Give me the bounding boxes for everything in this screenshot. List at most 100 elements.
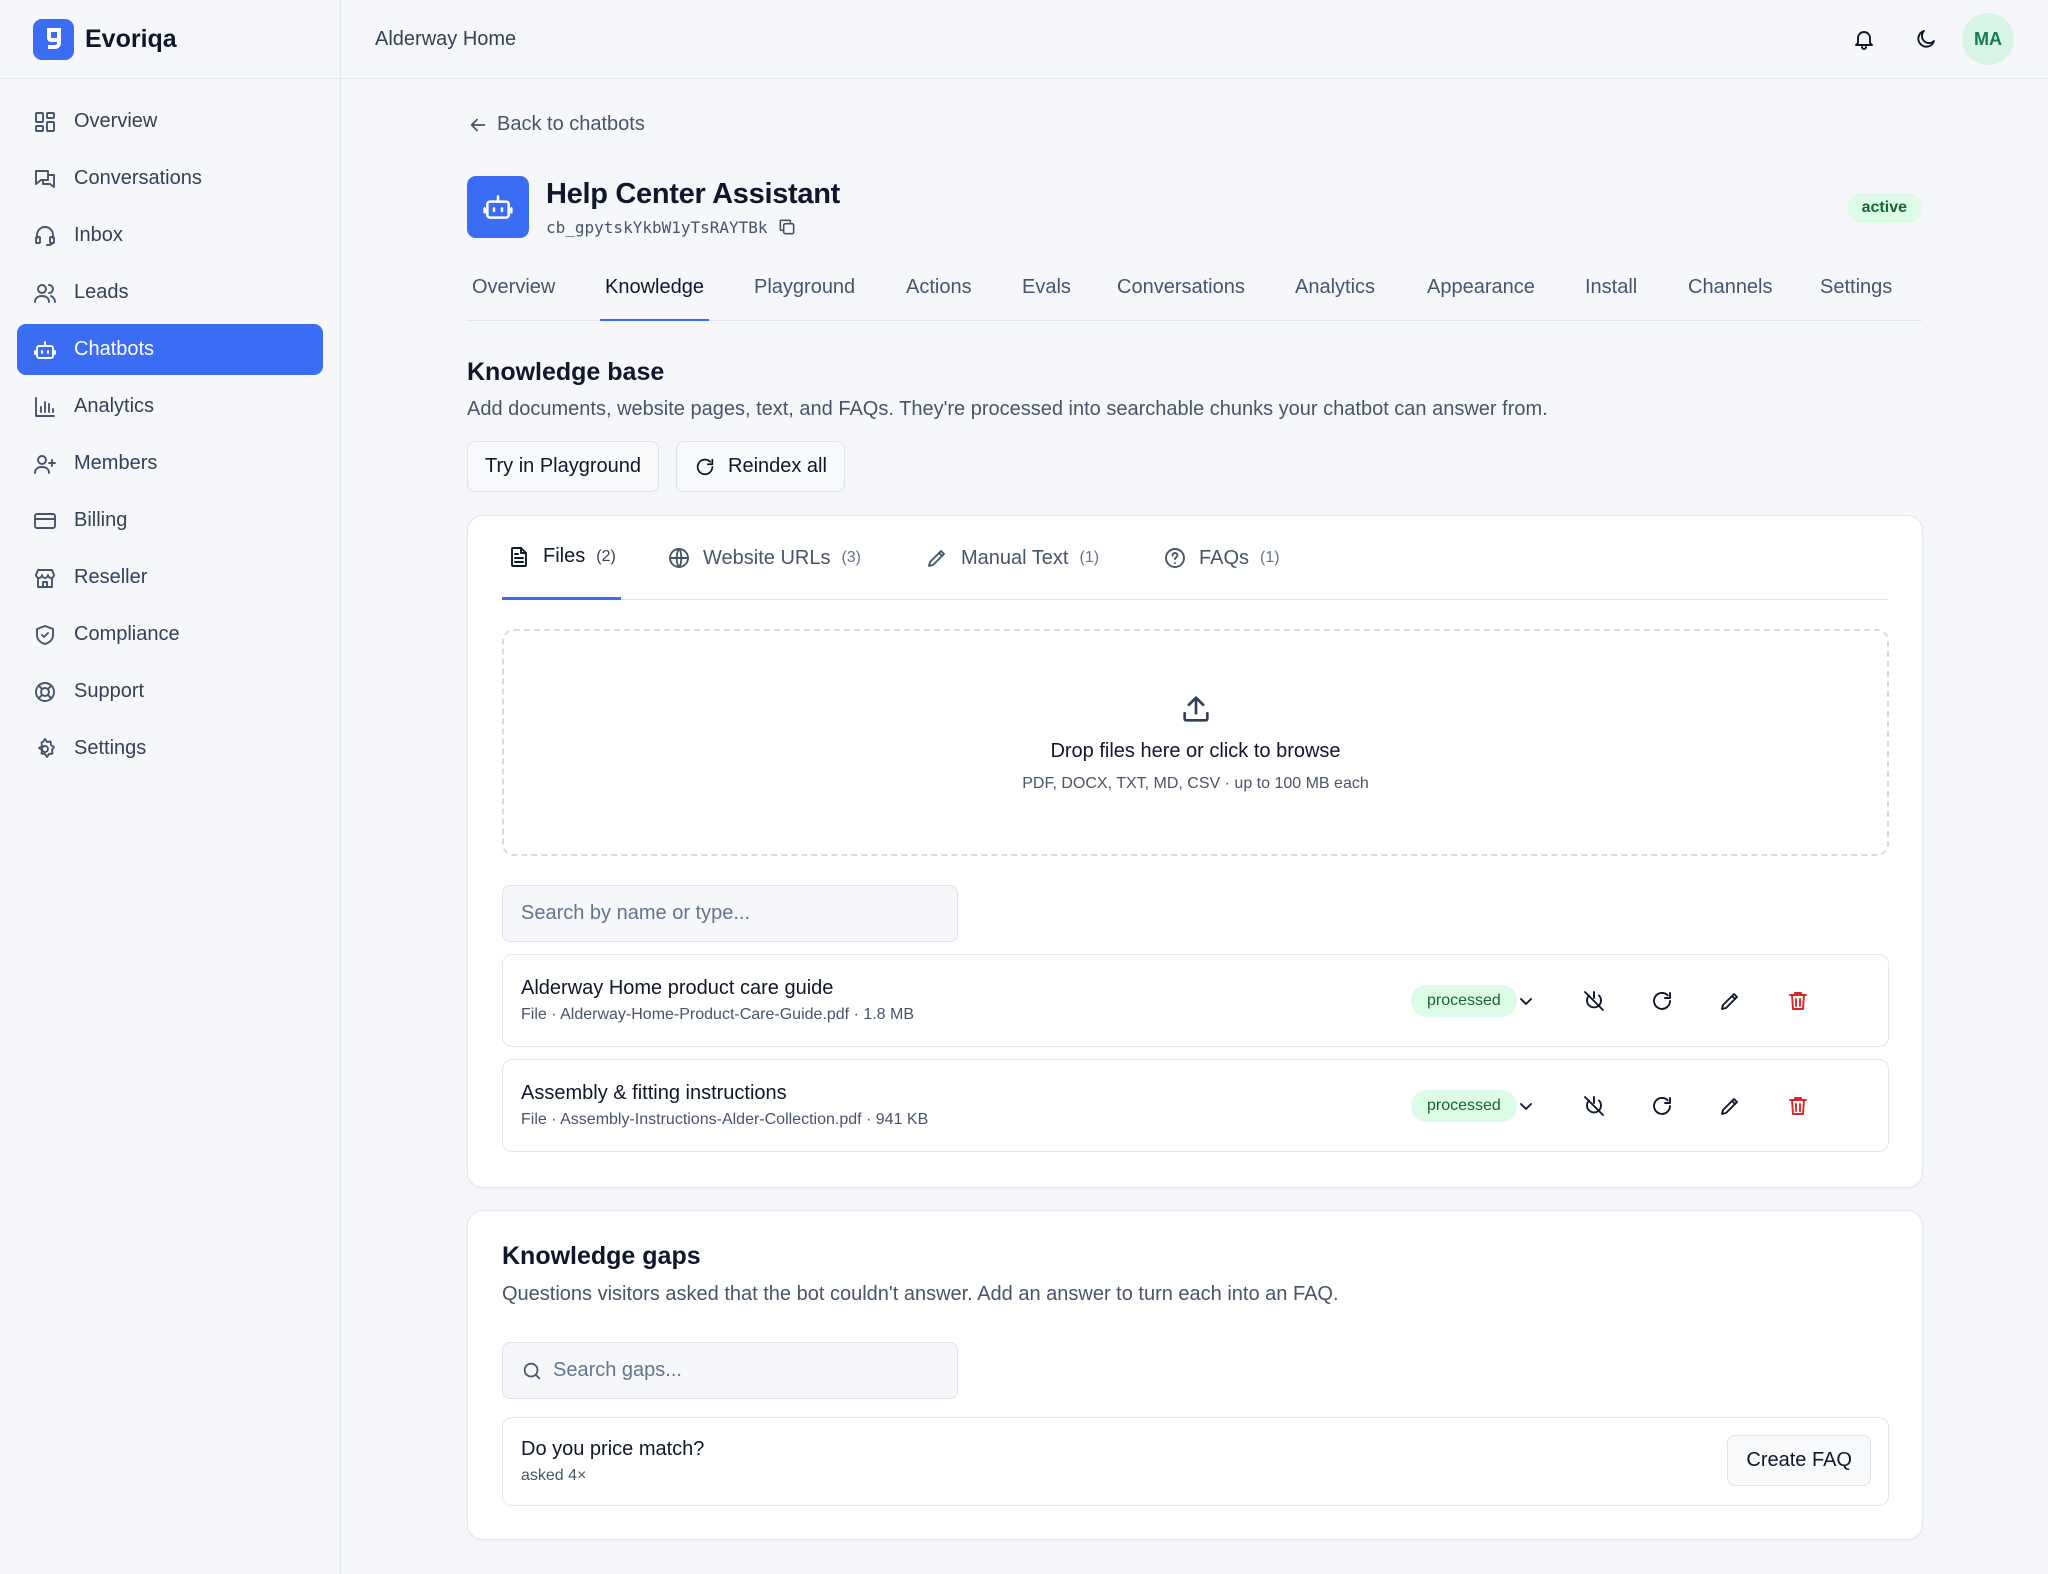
tab-settings[interactable]: Settings: [1815, 268, 1897, 321]
search-icon: [521, 1360, 543, 1382]
tab-install[interactable]: Install: [1580, 268, 1642, 321]
knowledge-gaps-description: Questions visitors asked that the bot co…: [502, 1283, 1339, 1305]
help-circle-icon: [1163, 546, 1187, 570]
back-to-chatbots-link[interactable]: Back to chatbots: [467, 113, 645, 136]
life-buoy-icon: [33, 680, 57, 704]
sidebar-item-billing[interactable]: Billing: [17, 495, 323, 546]
tab-evals[interactable]: Evals: [1017, 268, 1076, 321]
tab-analytics[interactable]: Analytics: [1290, 268, 1380, 321]
sidebar-item-inbox[interactable]: Inbox: [17, 210, 323, 261]
knowledge-base-description: Add documents, website pages, text, and …: [467, 398, 1548, 420]
file-row: Alderway Home product care guide File · …: [502, 954, 1889, 1047]
sidebar-item-label: Reseller: [74, 566, 148, 588]
theme-toggle-button[interactable]: [1900, 13, 1952, 65]
disable-button[interactable]: [1571, 978, 1617, 1024]
sidebar-item-support[interactable]: Support: [17, 666, 323, 717]
notifications-button[interactable]: [1838, 13, 1890, 65]
sidebar-item-reseller[interactable]: Reseller: [17, 552, 323, 603]
power-off-icon: [1582, 1094, 1606, 1118]
robot-icon: [33, 338, 57, 362]
tab-knowledge[interactable]: Knowledge: [600, 268, 709, 321]
dashboard-icon: [33, 110, 57, 134]
sidebar-item-settings[interactable]: Settings: [17, 723, 323, 774]
sidebar-item-conversations[interactable]: Conversations: [17, 153, 323, 204]
chat-bubbles-icon: [33, 167, 57, 191]
arrow-left-icon: [467, 114, 489, 136]
edit-button[interactable]: [1707, 1083, 1753, 1129]
refresh-icon: [694, 456, 716, 478]
brand-name: Evoriqa: [85, 24, 177, 53]
dropzone-hint: PDF, DOCX, TXT, MD, CSV · up to 100 MB e…: [1022, 775, 1369, 792]
processed-status-badge: processed: [1411, 1090, 1517, 1122]
sidebar-item-analytics[interactable]: Analytics: [17, 381, 323, 432]
pencil-icon: [1718, 1094, 1742, 1118]
disable-button[interactable]: [1571, 1083, 1617, 1129]
sidebar-item-label: Members: [74, 452, 158, 474]
sidebar-item-label: Overview: [74, 110, 158, 132]
sidebar-item-chatbots[interactable]: Chatbots: [17, 324, 323, 375]
topbar-actions: MA: [1828, 13, 2014, 65]
bot-id: cb_gpytskYkbW1yTsRAYTBk: [546, 217, 768, 237]
refresh-icon: [1650, 989, 1674, 1013]
power-off-icon: [1582, 989, 1606, 1013]
tab-appearance[interactable]: Appearance: [1422, 268, 1540, 321]
topbar: Alderway Home MA: [341, 0, 2048, 79]
chevron-down-icon: [1514, 989, 1538, 1013]
headset-icon: [33, 224, 57, 248]
sidebar-item-overview[interactable]: Overview: [17, 96, 323, 147]
tab-conversations[interactable]: Conversations: [1112, 268, 1250, 321]
tab-faqs-count: (1): [1260, 549, 1280, 566]
brand-g-icon: [33, 18, 74, 60]
trash-icon: [1786, 989, 1810, 1013]
page-title: Help Center Assistant: [546, 178, 840, 210]
tab-manual-text[interactable]: Manual Text (1): [920, 516, 1104, 600]
tab-website-urls[interactable]: Website URLs (3): [662, 516, 866, 600]
users-icon: [33, 281, 57, 305]
gear-icon: [33, 737, 57, 761]
create-faq-button[interactable]: Create FAQ: [1727, 1435, 1871, 1486]
tab-playground[interactable]: Playground: [749, 268, 860, 321]
tab-overview[interactable]: Overview: [467, 268, 560, 321]
sidebar-item-leads[interactable]: Leads: [17, 267, 323, 318]
edit-button[interactable]: [1707, 978, 1753, 1024]
bot-id-row: cb_gpytskYkbW1yTsRAYTBk: [546, 217, 797, 237]
refresh-icon: [1650, 1094, 1674, 1118]
credit-card-icon: [33, 509, 57, 533]
knowledge-sources-card: Files (2) Website URLs (3) Manual Text (…: [467, 515, 1923, 1188]
expand-button[interactable]: [1503, 1083, 1549, 1129]
file-meta: File · Assembly-Instructions-Alder-Colle…: [521, 1111, 929, 1128]
tab-files[interactable]: Files (2): [502, 516, 621, 600]
sidebar-item-members[interactable]: Members: [17, 438, 323, 489]
workspace-name[interactable]: Alderway Home: [375, 28, 516, 51]
expand-button[interactable]: [1503, 978, 1549, 1024]
sidebar-item-compliance[interactable]: Compliance: [17, 609, 323, 660]
tab-faqs[interactable]: FAQs (1): [1158, 516, 1285, 600]
knowledge-gaps-title: Knowledge gaps: [502, 1242, 701, 1270]
bell-icon: [1852, 27, 1876, 51]
files-search-input[interactable]: [521, 902, 957, 925]
reindex-all-button[interactable]: Reindex all: [676, 441, 845, 492]
delete-button[interactable]: [1775, 1083, 1821, 1129]
shield-check-icon: [33, 623, 57, 647]
brand[interactable]: Evoriqa: [0, 0, 340, 79]
sidebar-item-label: Billing: [74, 509, 128, 531]
sidebar: Evoriqa Overview Conversations Inbox Lea…: [0, 0, 341, 1574]
tab-files-label: Files: [543, 545, 586, 567]
gaps-search-input[interactable]: [553, 1359, 957, 1382]
try-in-playground-button[interactable]: Try in Playground: [467, 441, 659, 492]
sidebar-item-label: Inbox: [74, 224, 123, 246]
tab-website-urls-count: (3): [841, 549, 862, 566]
delete-button[interactable]: [1775, 978, 1821, 1024]
file-dropzone[interactable]: Drop files here or click to browse PDF, …: [502, 629, 1889, 856]
file-meta: File · Alderway-Home-Product-Care-Guide.…: [521, 1006, 915, 1023]
bot-avatar: [467, 176, 529, 238]
tab-channels[interactable]: Channels: [1683, 268, 1778, 321]
copy-icon[interactable]: [777, 217, 797, 237]
chatbot-tabs: Overview Knowledge Playground Actions Ev…: [467, 268, 1922, 321]
reprocess-button[interactable]: [1639, 978, 1685, 1024]
sidebar-item-label: Leads: [74, 281, 129, 303]
reprocess-button[interactable]: [1639, 1083, 1685, 1129]
tab-actions[interactable]: Actions: [901, 268, 977, 321]
avatar[interactable]: MA: [1962, 13, 2014, 65]
moon-icon: [1914, 27, 1938, 51]
